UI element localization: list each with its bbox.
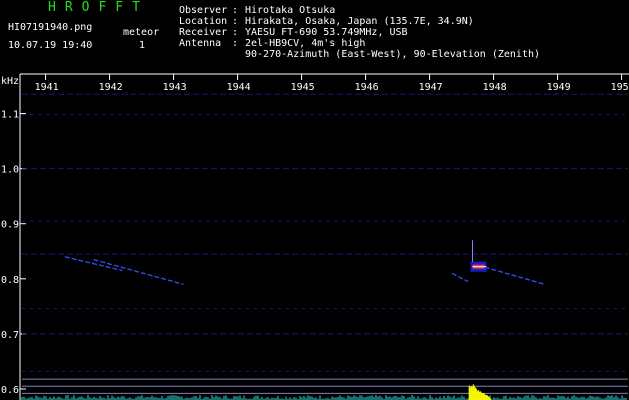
x-tick-label: 1947 xyxy=(419,82,443,93)
y-unit-label: kHz xyxy=(1,76,19,87)
spectrogram: kHz 1941 1942 1943 1944 1945 1946 1947 1948 1949 1… xyxy=(1,73,629,400)
y-tick-label: 1.0 xyxy=(1,165,19,176)
y-tick-label: 1.1 xyxy=(1,110,19,121)
x-tick-label: 1948 xyxy=(483,82,507,93)
y-tick-label: 0.9 xyxy=(1,220,19,231)
y-tick-label: 0.6 xyxy=(1,385,19,396)
meteor-trail xyxy=(64,256,123,272)
x-tick-label: 1946 xyxy=(355,82,379,93)
x-tick-label: 1943 xyxy=(163,82,187,93)
x-tick-label: 1950 xyxy=(611,82,629,93)
x-tick-label: 1944 xyxy=(227,82,251,93)
meteor-trail xyxy=(93,258,184,285)
meteor-trail xyxy=(451,272,469,283)
y-tick-label: 0.8 xyxy=(1,275,19,286)
x-tick-label: 1941 xyxy=(35,82,59,93)
y-tick-label: 0.7 xyxy=(1,330,19,341)
x-tick-label: 1949 xyxy=(547,82,571,93)
x-tick-label: 1942 xyxy=(99,82,123,93)
x-tick-label: 1945 xyxy=(291,82,315,93)
